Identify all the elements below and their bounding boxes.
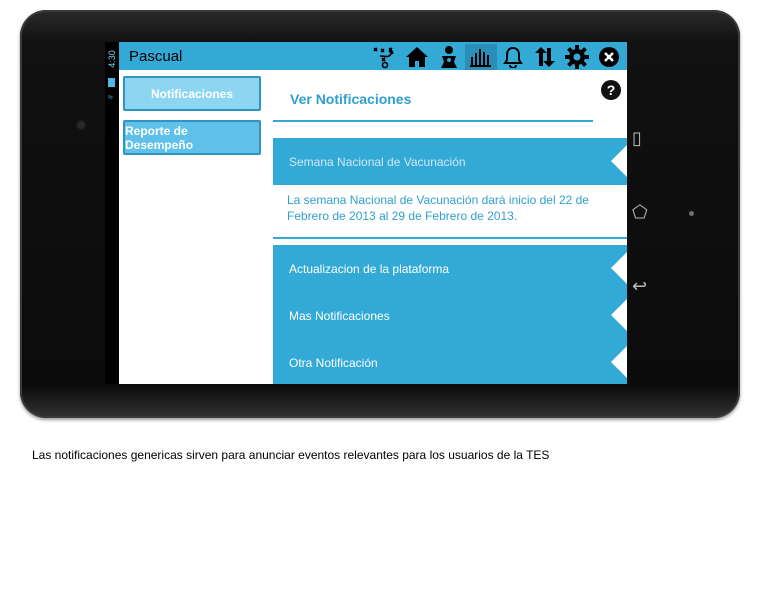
wifi-icon: ≈ <box>108 92 113 102</box>
sensor-icon <box>689 211 694 216</box>
toolbar-icons <box>369 43 625 70</box>
sidebar-item-notificaciones[interactable]: Notificaciones <box>123 76 261 111</box>
status-bar: 4:30 ≈ <box>105 42 119 384</box>
help-icon[interactable]: ? <box>601 80 621 100</box>
title-underline <box>273 120 593 122</box>
figure-caption: Las notificaciones genericas sirven para… <box>32 448 550 462</box>
camera-icon <box>76 120 86 130</box>
recent-apps-icon[interactable]: ▯ <box>632 128 642 149</box>
close-icon[interactable] <box>593 44 625 70</box>
notification-item-expanded[interactable]: Semana Nacional de Vacunación <box>273 138 627 185</box>
home-nav-icon[interactable]: ⬠ <box>632 202 648 223</box>
notification-label: Mas Notificaciones <box>289 309 390 323</box>
app-screen: Pascual Notificaciones Reporte de Desemp… <box>119 42 627 384</box>
notification-label: Semana Nacional de Vacunación <box>289 155 466 169</box>
notification-item[interactable]: Actualizacion de la plataforma <box>273 245 627 292</box>
sync-icon[interactable] <box>529 44 561 70</box>
sidebar-item-reporte-desempeno[interactable]: Reporte de Desempeño <box>123 120 261 155</box>
app-toolbar: Pascual <box>119 42 627 70</box>
home-icon[interactable] <box>401 44 433 70</box>
notification-label: Actualizacion de la plataforma <box>289 262 450 276</box>
chevron-left-icon <box>611 346 627 378</box>
chart-icon[interactable] <box>465 43 497 70</box>
gear-icon[interactable] <box>561 44 593 70</box>
notification-detail: La semana Nacional de Vacunación dará in… <box>287 193 589 223</box>
main-panel: Ver Notificaciones ? Semana Nacional de … <box>273 70 627 384</box>
battery-icon <box>108 78 115 87</box>
strategy-icon[interactable] <box>369 44 401 70</box>
bell-icon[interactable] <box>497 44 529 70</box>
notification-label: Otra Notificación <box>289 356 378 370</box>
divider <box>273 237 627 239</box>
back-nav-icon[interactable]: ↩ <box>632 276 647 297</box>
chevron-left-icon <box>611 145 627 177</box>
user-name: Pascual <box>129 48 183 65</box>
baby-icon[interactable] <box>433 44 465 70</box>
notification-item[interactable]: Mas Notificaciones <box>273 292 627 339</box>
notification-list: Actualizacion de la plataforma Mas Notif… <box>273 245 627 384</box>
status-time: 4:30 <box>107 50 117 68</box>
chevron-left-icon <box>611 252 627 284</box>
chevron-left-icon <box>611 299 627 331</box>
sidebar: Notificaciones Reporte de Desempeño <box>119 70 269 384</box>
notification-item[interactable]: Otra Notificación <box>273 339 627 384</box>
page-title: Ver Notificaciones <box>290 91 412 107</box>
